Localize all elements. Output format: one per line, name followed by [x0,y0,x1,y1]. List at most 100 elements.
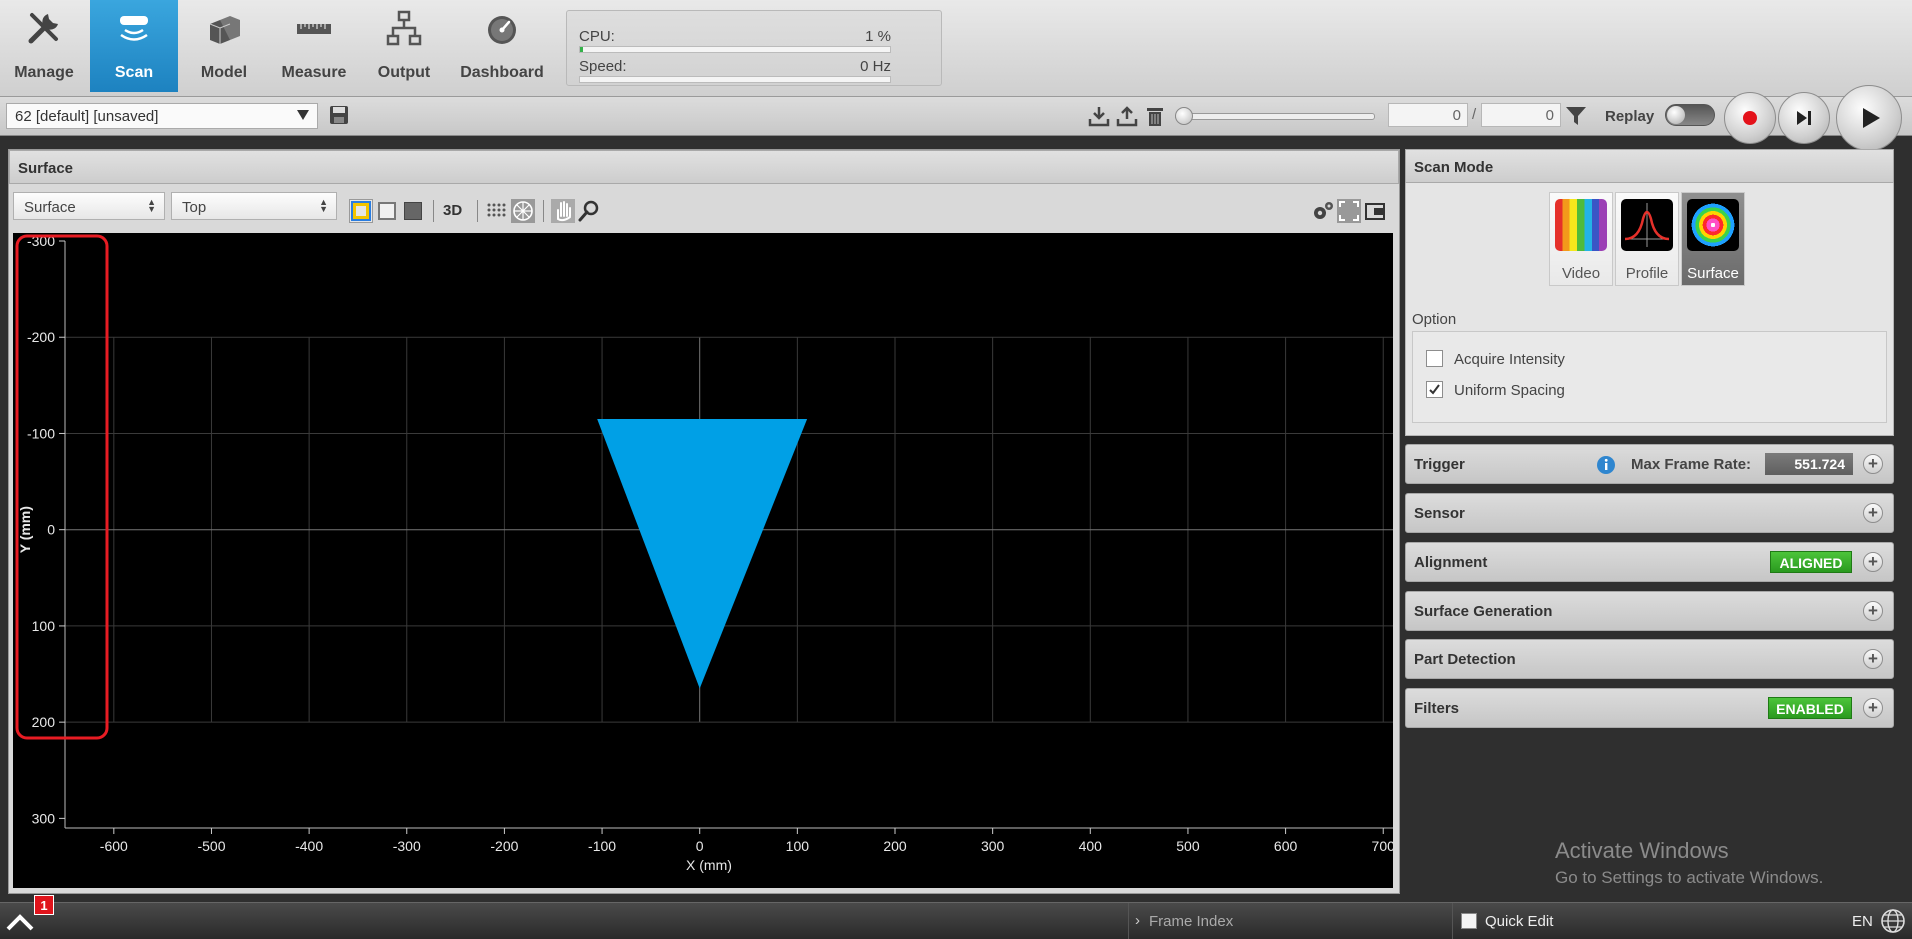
acquire-intensity-checkbox[interactable] [1426,350,1443,367]
option-group: Acquire Intensity Uniform Spacing [1412,331,1887,423]
notification-badge[interactable]: 1 [34,895,54,915]
play-icon [1863,108,1880,128]
mesh-icon[interactable] [511,199,535,223]
fit-view-icon[interactable] [1337,199,1361,223]
mode-label: Video [1561,265,1601,282]
tab-output[interactable]: Output [360,0,448,92]
job-select[interactable]: 62 [default] [unsaved] [6,103,318,129]
frame-index-toggle[interactable]: › Frame Index [1128,903,1449,939]
uniform-spacing-checkbox[interactable] [1426,381,1443,398]
save-icon[interactable] [328,104,350,126]
orientation-select[interactable]: Top ▲ ▼ [171,192,337,220]
toggle-knob [1667,106,1685,124]
y-tick-label: 100 [32,618,56,634]
option-label: Option [1412,311,1457,328]
expand-plus-icon[interactable]: + [1863,454,1883,474]
x-tick-label: 200 [883,838,907,854]
updown-arrow-icon: ▲ ▼ [319,197,328,214]
replay-label: Replay [1605,108,1655,125]
point-cloud-icon[interactable] [485,199,509,223]
play-button[interactable] [1836,85,1902,151]
x-tick-label: 100 [786,838,810,854]
performance-stats: CPU: 1 % Speed: 0 Hz [566,10,942,86]
section-filters[interactable]: Filters ENABLED + [1405,688,1894,728]
settings-gears-icon[interactable] [1311,199,1335,223]
tab-label: Measure [281,64,347,81]
speed-value: 0 Hz [860,58,891,75]
frame-total-field[interactable]: 0 [1481,103,1561,127]
tab-label: Output [377,64,431,81]
scan-mode-title: Scan Mode [1414,159,1494,176]
chevron-right-icon: › [1135,912,1140,929]
trash-icon[interactable] [1144,105,1166,127]
surface-panel: Surface Surface ▲ ▼ Top ▲ ▼ 3D -300 -200… [8,149,1400,894]
heightmap-color-icon[interactable] [349,199,373,223]
profile-curve-icon [1621,199,1673,251]
upload-icon[interactable] [1116,105,1138,127]
tab-scan[interactable]: Scan [90,0,178,92]
main-toolbar: Manage Scan Model Measure Output Dashboa… [0,0,1912,97]
record-button[interactable] [1724,92,1776,144]
pan-hand-icon[interactable] [551,199,575,223]
info-icon[interactable] [1596,455,1616,475]
expand-plus-icon[interactable]: + [1863,698,1883,718]
grayscale-icon[interactable] [375,199,399,223]
x-tick-label: 600 [1274,838,1298,854]
x-tick-label: 300 [981,838,1005,854]
y-tick-label: 200 [32,714,56,730]
3d-view-button[interactable]: 3D [443,199,473,223]
cpu-value: 1 % [865,28,891,45]
filter-icon[interactable] [1565,105,1587,127]
language-indicator[interactable]: EN [1852,913,1873,930]
globe-icon[interactable] [1880,908,1906,934]
tab-dashboard[interactable]: Dashboard [458,0,546,92]
download-icon[interactable] [1088,105,1110,127]
quick-edit-checkbox[interactable] [1461,913,1477,929]
job-toolbar: 62 [default] [unsaved] 0 / 0 Replay [0,85,1912,151]
quick-edit-toggle[interactable]: Quick Edit [1452,903,1843,939]
speed-bar [579,76,891,83]
frame-current-field[interactable]: 0 [1388,103,1468,127]
view-type-select[interactable]: Surface ▲ ▼ [13,192,165,220]
mode-video-button[interactable]: Video [1549,192,1613,286]
zoom-magnifier-icon[interactable] [577,199,601,223]
x-tick-label: -500 [197,838,225,854]
speed-stat: Speed: 0 Hz [579,49,891,83]
x-tick-label: 700 [1372,838,1393,854]
section-alignment[interactable]: Alignment ALIGNED + [1405,542,1894,582]
replay-slider[interactable] [1175,107,1375,125]
ruler-icon [297,24,331,34]
section-title: Part Detection [1414,651,1516,668]
tab-label: Dashboard [460,64,544,81]
expand-plus-icon[interactable]: + [1863,503,1883,523]
x-tick-label: -100 [588,838,616,854]
popout-window-icon[interactable] [1363,199,1387,223]
max-frame-rate-value: 551.724 [1765,453,1853,475]
expand-plus-icon[interactable]: + [1863,601,1883,621]
slider-thumb[interactable] [1175,107,1193,125]
surface-view-toolbar: Surface ▲ ▼ Top ▲ ▼ [9,184,1399,232]
tab-manage[interactable]: Manage [0,0,88,92]
cubes-icon [209,16,240,44]
expand-plus-icon[interactable]: + [1863,649,1883,669]
panel-title: Surface [18,160,74,177]
surface-triangle [597,419,808,689]
section-title: Trigger [1414,456,1465,473]
mode-profile-button[interactable]: Profile [1615,192,1679,286]
frame-index-label: Frame Index [1149,913,1234,930]
cpu-label: CPU: [579,28,615,45]
tab-model[interactable]: Model [180,0,268,92]
section-part-detection[interactable]: Part Detection + [1405,639,1894,679]
section-surface-generation[interactable]: Surface Generation + [1405,591,1894,631]
mode-surface-button[interactable]: Surface [1681,192,1745,286]
section-trigger[interactable]: Trigger Max Frame Rate: 551.724 + [1405,444,1894,484]
x-axis-label: X (mm) [686,857,732,873]
surface-plot[interactable]: -300 -200 -100 0 100 200 300 -600 -500 -400 -300 -2… [13,233,1395,888]
replay-toggle[interactable] [1665,104,1715,126]
expand-plus-icon[interactable]: + [1863,552,1883,572]
gauge-icon [488,16,516,44]
tab-measure[interactable]: Measure [270,0,358,92]
section-sensor[interactable]: Sensor + [1405,493,1894,533]
step-button[interactable] [1778,92,1830,144]
intensity-icon[interactable] [401,199,425,223]
